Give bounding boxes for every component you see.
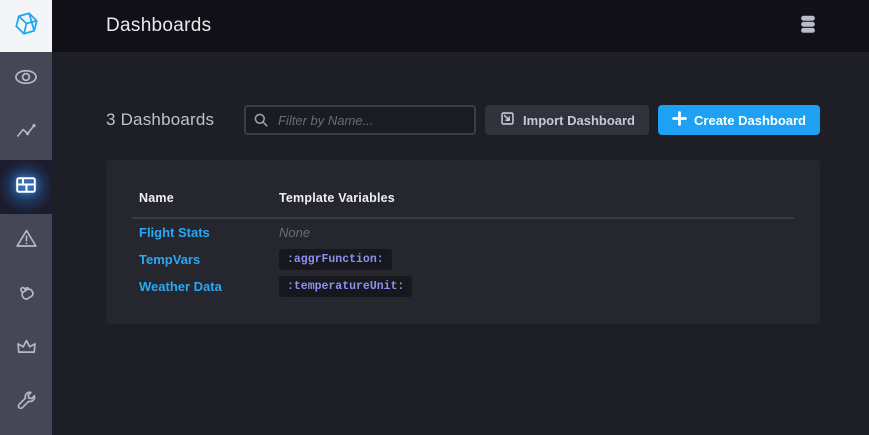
dashboard-link-tempvars[interactable]: TempVars — [139, 252, 200, 267]
template-variables-none: None — [279, 225, 310, 240]
import-dashboard-button[interactable]: Import Dashboard — [485, 105, 649, 135]
hand-icon — [14, 280, 39, 310]
sources-button[interactable] — [792, 9, 824, 44]
sidebar-item-data-explorer[interactable] — [0, 106, 52, 160]
sidebar-item-influxdb-admin[interactable] — [0, 322, 52, 376]
dashboard-link-flight-stats[interactable]: Flight Stats — [139, 225, 210, 240]
alert-triangle-icon — [14, 226, 39, 256]
import-box-arrow-icon — [499, 110, 516, 130]
sidebar-item-alerting[interactable] — [0, 214, 52, 268]
filter-by-name-input[interactable] — [244, 105, 476, 135]
column-header-template-variables: Template Variables — [279, 191, 395, 205]
dashboards-table: Name Template Variables Flight Stats Non… — [132, 160, 794, 300]
sidebar-item-admin[interactable] — [0, 268, 52, 322]
sidebar-item-host-list[interactable] — [0, 52, 52, 106]
import-dashboard-label: Import Dashboard — [523, 113, 635, 128]
dashboards-panel: Name Template Variables Flight Stats Non… — [106, 160, 820, 324]
template-variable-badge: :aggrFunction: — [279, 249, 392, 270]
dashboards-toolbar: 3 Dashboards — [52, 105, 869, 135]
table-row: Flight Stats None — [132, 219, 794, 246]
chronograf-app: Dashboards 3 Dashboards — [0, 0, 869, 435]
sidebar — [0, 0, 52, 435]
sidebar-item-logo[interactable] — [0, 0, 52, 52]
create-dashboard-label: Create Dashboard — [694, 113, 806, 128]
dashboard-link-weather-data[interactable]: Weather Data — [139, 279, 222, 294]
column-header-name: Name — [132, 191, 279, 205]
page-title: Dashboards — [52, 15, 211, 37]
wrench-icon — [14, 388, 39, 418]
eye-icon — [13, 64, 39, 95]
dashboard-grid-icon — [14, 173, 38, 202]
plus-icon — [672, 111, 687, 129]
create-dashboard-button[interactable]: Create Dashboard — [658, 105, 820, 135]
table-row: Weather Data :temperatureUnit: — [132, 273, 794, 300]
table-row: TempVars :aggrFunction: — [132, 246, 794, 273]
sidebar-item-dashboards[interactable] — [0, 160, 52, 214]
table-header-row: Name Template Variables — [132, 160, 794, 219]
database-icon — [796, 13, 820, 40]
influxdata-cube-logo-icon — [13, 10, 40, 42]
top-header: Dashboards — [52, 0, 869, 52]
crown-icon — [14, 334, 39, 364]
filter-field-wrap — [244, 105, 476, 135]
dashboards-count-heading: 3 Dashboards — [106, 110, 214, 130]
pulse-graph-icon — [14, 119, 38, 148]
sidebar-item-configuration[interactable] — [0, 376, 52, 430]
template-variable-badge: :temperatureUnit: — [279, 276, 412, 297]
